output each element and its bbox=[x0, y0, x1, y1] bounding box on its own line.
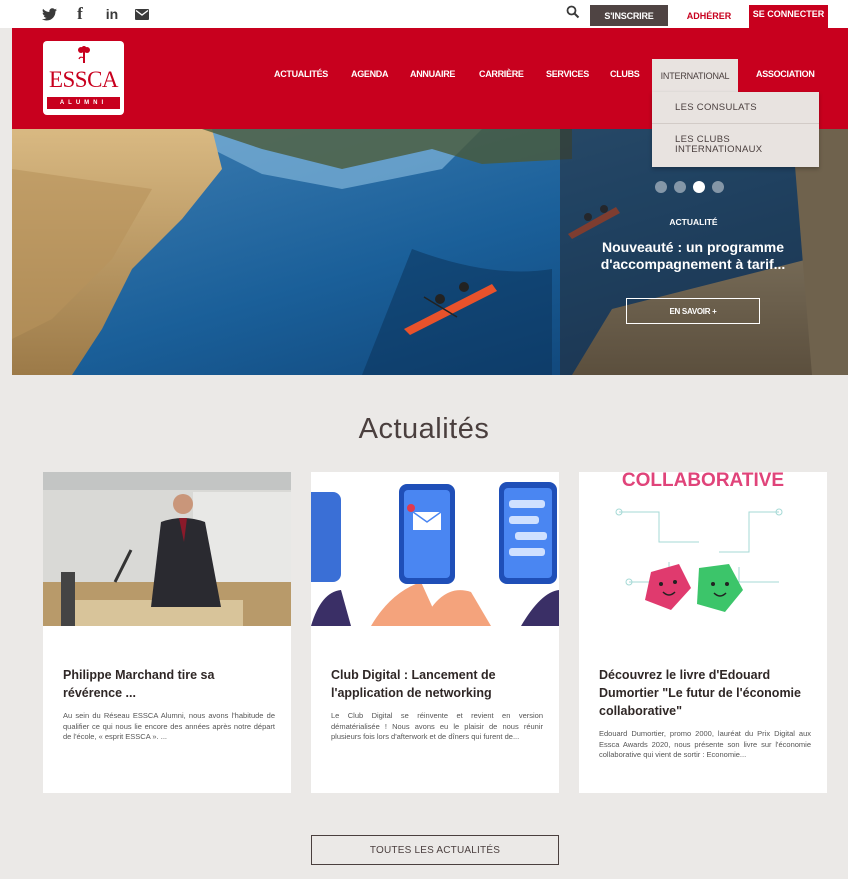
logo-subtitle: ALUMNI bbox=[47, 97, 120, 109]
news-card-image bbox=[311, 472, 559, 626]
carousel-dot[interactable] bbox=[655, 181, 667, 193]
news-card-excerpt: Le Club Digital se réinvente et revient … bbox=[331, 711, 543, 741]
carousel-dots bbox=[655, 181, 724, 193]
collaborative-caption: COLLABORATIVE bbox=[622, 472, 784, 491]
flower-emblem-icon bbox=[78, 46, 90, 63]
nav-item-carriere[interactable]: CARRIÈRE bbox=[479, 69, 524, 83]
news-card-image: COLLABORATIVE bbox=[579, 472, 827, 626]
nav-item-international[interactable]: INTERNATIONAL bbox=[652, 59, 738, 92]
dropdown-divider bbox=[652, 123, 819, 124]
carousel-dot[interactable] bbox=[712, 181, 724, 193]
news-card-excerpt: Edouard Dumortier, promo 2000, lauréat d… bbox=[599, 729, 811, 759]
twitter-icon[interactable] bbox=[42, 7, 57, 21]
news-section-heading: Actualités bbox=[358, 413, 490, 445]
news-card[interactable]: Philippe Marchand tire sa révérence ... … bbox=[43, 472, 291, 793]
news-card-image bbox=[43, 472, 291, 626]
news-card-title[interactable]: Club Digital : Lancement de l'applicatio… bbox=[331, 666, 543, 702]
nav-item-annuaire[interactable]: ANNUAIRE bbox=[410, 69, 455, 83]
news-card-excerpt: Au sein du Réseau ESSCA Alumni, nous avo… bbox=[63, 711, 275, 741]
carousel-dot-active[interactable] bbox=[693, 181, 705, 193]
login-button[interactable]: SE CONNECTER bbox=[749, 5, 828, 28]
news-card[interactable]: Club Digital : Lancement de l'applicatio… bbox=[311, 472, 559, 793]
nav-item-actualites[interactable]: ACTUALITÉS bbox=[274, 69, 328, 83]
all-news-button[interactable]: TOUTES LES ACTUALITÉS bbox=[311, 835, 559, 865]
nav-item-services[interactable]: SERVICES bbox=[546, 69, 589, 83]
logo-wordmark: ESSCA bbox=[48, 67, 119, 92]
dropdown-item-consulats[interactable]: LES CONSULATS bbox=[675, 103, 757, 113]
nav-item-clubs[interactable]: CLUBS bbox=[610, 69, 640, 83]
news-card-title[interactable]: Découvrez le livre d'Edouard Dumortier "… bbox=[599, 666, 811, 720]
mail-icon[interactable] bbox=[135, 8, 149, 20]
social-links: f in bbox=[42, 5, 149, 22]
news-card-title[interactable]: Philippe Marchand tire sa révérence ... bbox=[63, 666, 275, 702]
signup-button[interactable]: S'INSCRIRE bbox=[590, 5, 668, 26]
search-icon[interactable] bbox=[566, 5, 580, 19]
nav-item-association[interactable]: ASSOCIATION bbox=[756, 69, 815, 83]
hero-read-more-button[interactable]: EN SAVOIR + bbox=[626, 298, 760, 324]
hero-title[interactable]: Nouveauté : un programme d'accompagnemen… bbox=[574, 239, 812, 273]
join-button[interactable]: ADHÉRER bbox=[672, 5, 746, 26]
top-utility-bar: f in S'INSCRIRE ADHÉRER SE CONNECTER bbox=[0, 0, 848, 28]
hero-kicker: ACTUALITÉ bbox=[669, 217, 718, 227]
international-dropdown-menu: LES CONSULATS LES CLUBS INTERNATIONAUX bbox=[652, 92, 819, 167]
facebook-icon[interactable]: f bbox=[71, 5, 89, 22]
carousel-dot[interactable] bbox=[674, 181, 686, 193]
essca-alumni-logo[interactable]: ESSCA ALUMNI bbox=[43, 41, 124, 115]
dropdown-item-clubs-internationaux[interactable]: LES CLUBS INTERNATIONAUX bbox=[675, 135, 795, 155]
news-card[interactable]: COLLABORATIVE Découvrez le livre d'Edoua… bbox=[579, 472, 827, 793]
linkedin-icon[interactable]: in bbox=[103, 6, 121, 22]
nav-item-agenda[interactable]: AGENDA bbox=[351, 69, 389, 83]
